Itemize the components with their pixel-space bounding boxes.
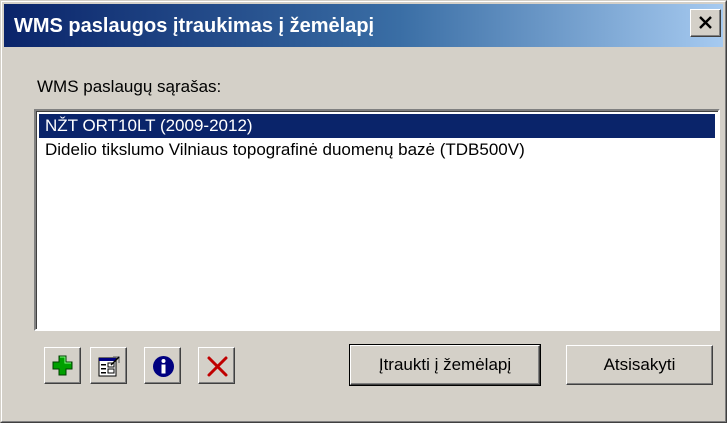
service-list-label: WMS paslaugų sąrašas:: [37, 77, 222, 96]
list-item[interactable]: NŽT ORT10LT (2009-2012): [39, 114, 715, 138]
service-listbox[interactable]: NŽT ORT10LT (2009-2012) Didelio tikslumo…: [34, 109, 720, 331]
close-icon: [699, 16, 712, 29]
add-icon: [52, 355, 73, 376]
title-bar[interactable]: WMS paslaugos įtraukimas į žemėlapį: [4, 4, 723, 47]
wms-dialog-window: WMS paslaugos įtraukimas į žemėlapį WMS …: [0, 0, 727, 423]
window-title: WMS paslaugos įtraukimas į žemėlapį: [14, 15, 375, 37]
add-to-map-button[interactable]: Įtraukti į žemėlapį: [349, 344, 541, 386]
delete-icon: [207, 356, 228, 377]
properties-icon: [98, 356, 120, 377]
service-properties-button[interactable]: [90, 347, 127, 384]
cancel-button[interactable]: Atsisakyti: [566, 345, 713, 385]
add-service-button[interactable]: [44, 347, 81, 384]
service-info-button[interactable]: [144, 347, 181, 384]
info-icon: [153, 356, 174, 377]
list-item[interactable]: Didelio tikslumo Vilniaus topografinė du…: [39, 138, 525, 162]
delete-service-button[interactable]: [198, 347, 235, 384]
close-button[interactable]: [690, 9, 721, 37]
